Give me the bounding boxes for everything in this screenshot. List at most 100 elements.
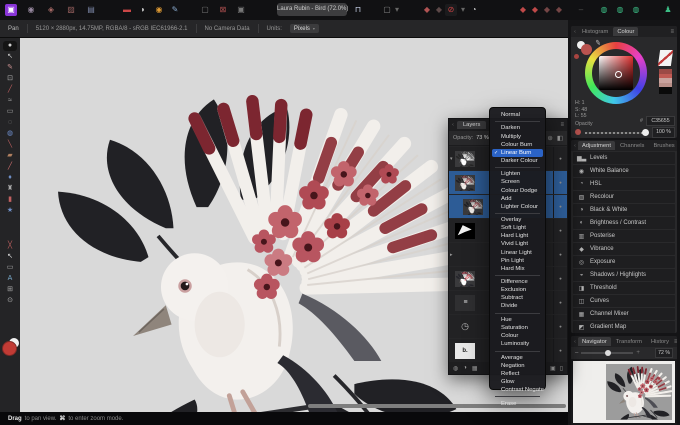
panel-tab[interactable]: Transform xyxy=(612,337,646,346)
units-dropdown[interactable]: Pixels ▾ xyxy=(289,24,319,33)
adjustment-item[interactable]: ◒ Shadows / Highlights xyxy=(573,269,675,281)
adjustment-item[interactable]: ◉ White Balance xyxy=(573,165,675,177)
marquee-tool[interactable]: ▭ xyxy=(3,107,17,117)
layer-thumbnail[interactable] xyxy=(455,222,475,239)
selection-brush-tool[interactable]: ╱ xyxy=(3,85,17,95)
panel-menu-icon[interactable]: ≡ xyxy=(560,122,564,128)
crayon-tool[interactable]: ▰ xyxy=(3,151,17,161)
opacity-slider-knob[interactable] xyxy=(642,129,649,136)
blend-mode-option[interactable]: Vivid Light xyxy=(490,240,545,248)
zoom-out-button[interactable]: – xyxy=(575,350,578,356)
colour-wheel[interactable] xyxy=(585,42,647,104)
zoom-slider-knob[interactable] xyxy=(604,350,611,356)
view-tool[interactable]: ● xyxy=(3,41,17,51)
colour-marker[interactable] xyxy=(614,70,622,78)
adjustment-item[interactable]: ◑ Black & White xyxy=(573,204,675,216)
panel-menu-icon[interactable]: ≡ xyxy=(674,339,677,345)
blend-mode-option[interactable]: ✓ Linear Burn xyxy=(492,148,543,157)
layer-opacity-value[interactable]: 73 % xyxy=(476,135,489,141)
zoom-slider[interactable] xyxy=(581,350,634,356)
blend-mode-option[interactable]: Hue xyxy=(490,316,545,324)
gradient-swatch[interactable] xyxy=(657,50,674,66)
expander-icon[interactable]: ▾ xyxy=(450,156,453,162)
blend-mode-option[interactable]: Normal xyxy=(490,111,545,119)
account-icon[interactable]: ♟ xyxy=(662,4,674,16)
selection-icon-4[interactable]: ◆ xyxy=(553,4,565,16)
mesh-warp-tool[interactable]: ⊞ xyxy=(3,285,17,295)
assistant-icon[interactable]: ◔ xyxy=(468,4,480,16)
adjustment-item[interactable]: ▆▃ Levels xyxy=(573,152,675,164)
adjustment-item[interactable]: ◨ Threshold xyxy=(573,282,675,294)
adjustment-item[interactable]: ◔ HSL xyxy=(573,178,675,190)
layer-thumbnail[interactable] xyxy=(455,247,475,263)
assistant-alert-icon[interactable]: ◆ xyxy=(421,4,433,16)
blend-mode-option[interactable]: Linear Light xyxy=(490,249,545,257)
layer-thumbnail[interactable] xyxy=(455,270,475,287)
rectangle-tool[interactable]: ▭ xyxy=(3,263,17,273)
auto-colour-icon[interactable]: ◉ xyxy=(153,4,165,16)
adjustment-item[interactable]: ▦ Channel Mixer xyxy=(573,308,675,320)
colour-tag-icon[interactable]: ◍ xyxy=(453,365,458,372)
blur-brush-tool[interactable]: ★ xyxy=(3,206,17,216)
blend-mode-option[interactable]: Negation xyxy=(490,362,545,370)
adjustment-item[interactable]: ▥ Posterise xyxy=(573,230,675,242)
freehand-selection-tool[interactable]: ◌ xyxy=(3,118,17,128)
mask-layer-icon[interactable]: ◑ xyxy=(463,365,467,372)
auto-contrast-icon[interactable]: ◗ xyxy=(137,4,149,16)
blend-mode-option[interactable]: Subtract xyxy=(490,294,545,302)
text-tool[interactable]: A xyxy=(3,274,17,284)
panel-menu-icon[interactable]: ≡ xyxy=(670,29,674,35)
move-tool[interactable]: ↖ xyxy=(3,52,17,62)
panel-tab[interactable]: Navigator xyxy=(577,337,611,346)
layer-visibility-checkbox[interactable]: ● xyxy=(553,171,567,194)
insert-behind-icon[interactable]: ▣ xyxy=(235,4,247,16)
group-icon[interactable]: ▢ xyxy=(199,4,211,16)
layer-visibility-checkbox[interactable]: ● xyxy=(553,147,567,170)
saturation-lightness-square[interactable] xyxy=(599,56,633,90)
export-persona-icon[interactable]: ▤ xyxy=(85,4,97,16)
blend-mode-option[interactable]: Divide xyxy=(490,302,545,310)
blend-mode-option[interactable]: Darker Colour xyxy=(490,157,545,165)
blend-mode-option[interactable]: Average xyxy=(490,354,545,362)
delete-layer-icon[interactable]: ▯ xyxy=(560,365,563,372)
layer-thumbnail[interactable] xyxy=(455,174,475,191)
opacity-slider[interactable] xyxy=(585,132,645,134)
layer-visibility-checkbox[interactable]: ● xyxy=(553,291,567,314)
flood-fill-tool[interactable]: ◍ xyxy=(3,129,17,139)
blend-mode-option[interactable] xyxy=(495,212,540,214)
snapping-stepper-icon[interactable]: ▾ xyxy=(391,4,403,16)
blend-mode-option[interactable]: Colour Burn xyxy=(490,141,545,149)
blend-mode-option[interactable]: Difference xyxy=(490,278,545,286)
hex-input[interactable]: C35655 xyxy=(646,116,675,126)
expander-icon[interactable]: ▸ xyxy=(450,252,453,258)
colour-picker-tool[interactable]: ✎ xyxy=(3,63,17,73)
collapse-icon[interactable]: ‹ xyxy=(574,143,576,149)
swatch-stack[interactable] xyxy=(659,69,672,94)
auto-white-balance-icon[interactable]: ✎ xyxy=(169,4,181,16)
blend-mode-option[interactable]: Lighten xyxy=(490,170,545,178)
blend-mode-option[interactable]: Reflect xyxy=(490,370,545,378)
adjustment-item[interactable]: ◫ Curves xyxy=(573,295,675,307)
panel-tab[interactable]: Brushes xyxy=(649,141,677,150)
layers-tab[interactable]: Layers xyxy=(456,121,487,129)
layer-thumbnail[interactable]: ◷ xyxy=(455,319,475,335)
photo-persona-icon[interactable]: ▣ xyxy=(5,4,17,16)
blend-mode-option[interactable] xyxy=(495,350,540,352)
layer-thumbnail[interactable]: b. xyxy=(455,342,475,359)
adjustment-item[interactable]: ◎ Exposure xyxy=(573,256,675,268)
liquify-persona-icon[interactable]: ◉ xyxy=(25,4,37,16)
zoom-value-input[interactable]: 72 % xyxy=(655,348,673,358)
blend-mode-option[interactable]: Soft Light xyxy=(490,224,545,232)
lock-icon[interactable]: ◧ xyxy=(557,134,563,142)
small-colour-swatch[interactable] xyxy=(574,54,579,59)
collapse-icon[interactable]: ‹ xyxy=(574,29,576,35)
document-title-tab[interactable]: Laura Rubin - Bird (72.0%) xyxy=(277,3,348,16)
panel-tab[interactable]: Histogram xyxy=(578,27,612,36)
paint-brush-tool[interactable]: ╲ xyxy=(3,140,17,150)
blend-mode-option[interactable]: Glow xyxy=(490,378,545,386)
layer-visibility-checkbox[interactable]: ● xyxy=(553,267,567,290)
blend-mode-option[interactable]: Erase xyxy=(490,400,545,408)
blend-mode-option[interactable]: Pin Light xyxy=(490,257,545,265)
gear-icon[interactable]: ⊛ xyxy=(547,134,552,142)
smudge-tool[interactable]: ╳ xyxy=(3,241,17,251)
